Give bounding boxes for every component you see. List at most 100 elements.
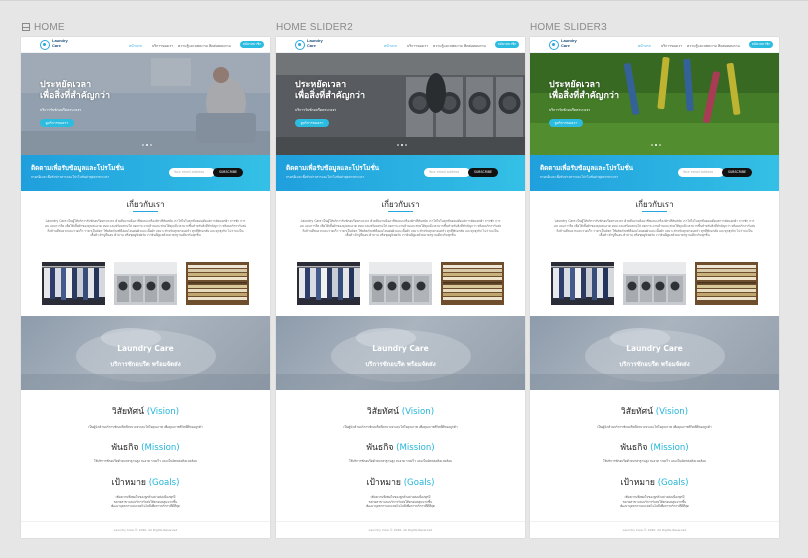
nav-item-contact[interactable]: ติดต่อสอบถาม <box>209 43 231 49</box>
logo-icon[interactable] <box>40 40 50 50</box>
title-underline <box>642 211 667 212</box>
nav-item-articles[interactable]: ความรู้และบทความ <box>178 43 208 49</box>
nav-item-contact[interactable]: ติดต่อสอบถาม <box>718 43 740 49</box>
laundromat-photo <box>114 262 177 305</box>
frame-label-home-slider2[interactable]: HOME SLIDER2 <box>276 22 353 36</box>
brand-name[interactable]: Laundry Care <box>561 38 577 48</box>
logo-icon[interactable] <box>549 40 559 50</box>
subscribe-button[interactable]: SUBSCRIBE <box>722 168 752 177</box>
hero-image <box>530 53 779 155</box>
nav-item-home[interactable]: หน้าแรก <box>384 43 397 49</box>
slider-dot[interactable] <box>405 144 407 146</box>
nav-item-articles[interactable]: ความรู้และบทความ <box>433 43 463 49</box>
nav-item-articles[interactable]: ความรู้และบทความ <box>687 43 717 49</box>
slider-dot[interactable] <box>150 144 152 146</box>
slider-dots <box>397 144 409 147</box>
subscribe-button[interactable]: SUBSCRIBE <box>213 168 243 177</box>
artboard-home[interactable]: Laundry Care หน้าแรก บริการของเรา ความรู้… <box>21 37 270 538</box>
about-title: เกี่ยวกับเรา <box>381 200 420 209</box>
mission-text: ให้บริการซักอบรีดด้วยมาตรฐานสูง สะอาด รว… <box>93 459 198 463</box>
laundromat-photo <box>623 262 686 305</box>
about-text: Laundry Care เป็นผู้ให้บริการรับซักอบรีด… <box>554 219 755 238</box>
goal-item: พัฒนาบุคลากรและเทคโนโลยีเพื่อการบริการที… <box>111 504 180 509</box>
vision-text: เป็นผู้นำด้านบริการซักอบรีดที่ครบวงจรและ… <box>343 425 458 429</box>
vision-heading: วิสัยทัศน์ (Vision) <box>366 407 435 417</box>
folded-clothes-image <box>21 328 270 390</box>
folded-clothes-image <box>276 328 525 390</box>
hero-cta-button[interactable]: ดูบริการของเรา <box>40 119 74 127</box>
nav-item-contact[interactable]: ติดต่อสอบถาม <box>464 43 486 49</box>
hero-slider[interactable]: ประหยัดเวลา เพื่อสิ่งที่สำคัญกว่า บริการร… <box>530 53 779 155</box>
subscribe-title: ติดตามเพื่อรับข้อมูลและโปรโมชั่น <box>286 164 380 172</box>
hero-subtitle: บริการรับซักอบรีดครบวงจร <box>549 108 591 112</box>
frame-label-home-slider3[interactable]: HOME SLIDER3 <box>530 22 607 36</box>
nav-item-services[interactable]: บริการของเรา <box>407 43 428 49</box>
slider-dot[interactable] <box>651 144 653 146</box>
site-navbar: Laundry Care หน้าแรก บริการของเรา ความรู้… <box>276 37 525 53</box>
signup-button[interactable]: สมัครสมาชิก <box>240 41 264 48</box>
goals-heading: เป้าหมาย (Goals) <box>366 478 435 488</box>
hero-title: ประหยัดเวลา เพื่อสิ่งที่สำคัญกว่า <box>40 80 111 101</box>
signup-button[interactable]: สมัครสมาชิก <box>749 41 773 48</box>
subscribe-section: ติดตามเพื่อรับข้อมูลและโปรโมชั่น กรอกอีเ… <box>530 155 779 191</box>
slider-dot[interactable] <box>397 144 399 146</box>
hero-slider[interactable]: ประหยัดเวลา เพื่อสิ่งที่สำคัญกว่า บริการร… <box>21 53 270 155</box>
clothes-rack-photo <box>42 262 105 305</box>
site-navbar: Laundry Care หน้าแรก บริการของเรา ความรู้… <box>21 37 270 53</box>
goal-item: พัฒนาบุคลากรและเทคโนโลยีเพื่อการบริการที… <box>620 504 689 509</box>
goals-heading: เป้าหมาย (Goals) <box>620 478 689 488</box>
hero-subtitle: บริการรับซักอบรีดครบวงจร <box>295 108 337 112</box>
slider-dot[interactable] <box>142 144 144 146</box>
site-navbar: Laundry Care หน้าแรก บริการของเรา ความรู้… <box>530 37 779 53</box>
clothes-rack-photo <box>297 262 360 305</box>
nav-item-home[interactable]: หน้าแรก <box>638 43 651 49</box>
service-subtitle: บริการซักอบรีด พร้อมจัดส่ง <box>365 361 436 368</box>
slider-dot[interactable] <box>655 144 657 146</box>
service-subtitle: บริการซักอบรีด พร้อมจัดส่ง <box>619 361 690 368</box>
folded-clothes-image <box>530 328 779 390</box>
hero-cta-button[interactable]: ดูบริการของเรา <box>295 119 329 127</box>
subscribe-button[interactable]: SUBSCRIBE <box>468 168 498 177</box>
service-banner: Laundry Care บริการซักอบรีด พร้อมจัดส่ง <box>530 316 779 390</box>
nav-item-home[interactable]: หน้าแรก <box>129 43 142 49</box>
frame-label-home[interactable]: HOME <box>22 22 65 36</box>
mission-heading: พันธกิจ (Mission) <box>366 443 435 453</box>
service-banner: Laundry Care บริการซักอบรีด พร้อมจัดส่ง <box>276 316 525 390</box>
email-input[interactable]: Your email address <box>678 168 724 177</box>
hero-subtitle: บริการรับซักอบรีดครบวงจร <box>40 108 82 112</box>
mission-heading: พันธกิจ (Mission) <box>620 443 689 453</box>
slider-dot[interactable] <box>146 144 148 146</box>
slider-dot[interactable] <box>659 144 661 146</box>
nav-item-services[interactable]: บริการของเรา <box>661 43 682 49</box>
mission-text: ให้บริการซักอบรีดด้วยมาตรฐานสูง สะอาด รว… <box>602 459 707 463</box>
folded-towels-photo <box>441 262 504 305</box>
service-title: Laundry Care <box>372 344 429 353</box>
subscribe-section: ติดตามเพื่อรับข้อมูลและโปรโมชั่น กรอกอีเ… <box>276 155 525 191</box>
frame-icon <box>22 23 30 31</box>
brand-name[interactable]: Laundry Care <box>307 38 323 48</box>
hero-slider[interactable]: ประหยัดเวลา เพื่อสิ่งที่สำคัญกว่า บริการร… <box>276 53 525 155</box>
email-input[interactable]: Your email address <box>169 168 215 177</box>
hero-cta-button[interactable]: ดูบริการของเรา <box>549 119 583 127</box>
slider-dot[interactable] <box>401 144 403 146</box>
vision-text: เป็นผู้นำด้านบริการซักอบรีดที่ครบวงจรและ… <box>88 425 203 429</box>
subscribe-title: ติดตามเพื่อรับข้อมูลและโปรโมชั่น <box>540 164 634 172</box>
canvas-top-border <box>0 0 808 1</box>
slider-dots <box>142 144 154 147</box>
nav-item-services[interactable]: บริการของเรา <box>152 43 173 49</box>
email-input[interactable]: Your email address <box>424 168 470 177</box>
brand-name[interactable]: Laundry Care <box>52 38 68 48</box>
vision-text: เป็นผู้นำด้านบริการซักอบรีดที่ครบวงจรและ… <box>597 425 712 429</box>
clothes-rack-photo <box>551 262 614 305</box>
artboard-home-slider3[interactable]: Laundry Care หน้าแรก บริการของเรา ความรู้… <box>530 37 779 538</box>
laundromat-photo <box>369 262 432 305</box>
about-title: เกี่ยวกับเรา <box>126 200 165 209</box>
footer-copyright: Laundry Care © 2020. All Rights Reserved <box>276 521 525 538</box>
signup-button[interactable]: สมัครสมาชิก <box>495 41 519 48</box>
artboard-home-slider2[interactable]: Laundry Care หน้าแรก บริการของเรา ความรู้… <box>276 37 525 538</box>
service-title: Laundry Care <box>626 344 683 353</box>
subscribe-title: ติดตามเพื่อรับข้อมูลและโปรโมชั่น <box>31 164 125 172</box>
folded-towels-photo <box>186 262 249 305</box>
mission-text: ให้บริการซักอบรีดด้วยมาตรฐานสูง สะอาด รว… <box>348 459 453 463</box>
logo-icon[interactable] <box>295 40 305 50</box>
